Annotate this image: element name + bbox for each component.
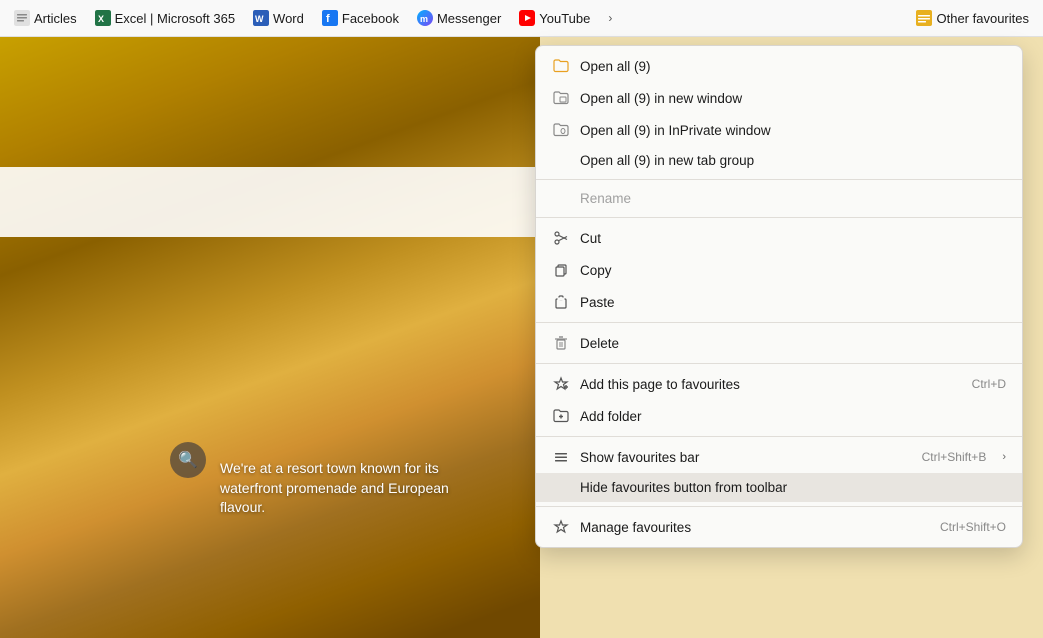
divider-1: [536, 179, 1022, 180]
overlay-text: We're at a resort town known for its wat…: [220, 459, 480, 518]
bars-icon: [552, 448, 570, 466]
ctx-open-all[interactable]: Open all (9): [536, 50, 1022, 82]
ctx-add-folder-label: Add folder: [580, 409, 1006, 424]
ctx-delete[interactable]: Delete: [536, 327, 1022, 359]
bookmark-youtube[interactable]: YouTube: [511, 7, 598, 29]
messenger-icon: m: [417, 10, 433, 26]
other-favourites-label: Other favourites: [937, 11, 1030, 26]
folder-window-icon: [552, 89, 570, 107]
ctx-open-all-inprivate[interactable]: Open all (9) in InPrivate window: [536, 114, 1022, 146]
ctx-show-fav-bar[interactable]: Show favourites bar Ctrl+Shift+B ›: [536, 441, 1022, 473]
star-plus-icon: [552, 375, 570, 393]
ctx-show-fav-bar-arrow: ›: [1002, 451, 1006, 463]
ctx-add-page-label: Add this page to favourites: [580, 377, 962, 392]
bookmark-facebook[interactable]: f Facebook: [314, 7, 407, 29]
ctx-open-all-new-window-label: Open all (9) in new window: [580, 91, 1006, 106]
ctx-manage-favs[interactable]: Manage favourites Ctrl+Shift+O: [536, 511, 1022, 543]
divider-6: [536, 506, 1022, 507]
paste-icon: [552, 293, 570, 311]
bookmark-articles[interactable]: Articles: [6, 7, 85, 29]
bookmark-messenger-label: Messenger: [437, 11, 501, 26]
ctx-paste-label: Paste: [580, 295, 1006, 310]
star-icon: [552, 518, 570, 536]
facebook-icon: f: [322, 10, 338, 26]
ctx-manage-favs-label: Manage favourites: [580, 520, 930, 535]
divider-3: [536, 322, 1022, 323]
divider-2: [536, 217, 1022, 218]
ctx-cut-label: Cut: [580, 231, 1006, 246]
ctx-open-all-new-window[interactable]: Open all (9) in new window: [536, 82, 1022, 114]
bookmark-articles-label: Articles: [34, 11, 77, 26]
ctx-delete-label: Delete: [580, 336, 1006, 351]
folder-icon: [552, 57, 570, 75]
svg-text:f: f: [326, 13, 330, 25]
scissors-icon: [552, 229, 570, 247]
other-favourites-button[interactable]: Other favourites: [908, 7, 1038, 29]
ctx-rename-label: Rename: [580, 191, 1006, 206]
ctx-show-fav-bar-shortcut: Ctrl+Shift+B: [922, 450, 987, 464]
divider-4: [536, 363, 1022, 364]
svg-text:W: W: [255, 14, 264, 24]
excel-icon: X: [95, 10, 111, 26]
word-icon: W: [253, 10, 269, 26]
ctx-hide-fav-button[interactable]: Hide favourites button from toolbar: [536, 473, 1022, 502]
ctx-hide-fav-button-label: Hide favourites button from toolbar: [580, 480, 1006, 495]
svg-text:m: m: [420, 14, 428, 24]
articles-icon: [14, 10, 30, 26]
other-favourites-icon: [916, 10, 932, 26]
ctx-rename[interactable]: Rename: [536, 184, 1022, 213]
ctx-open-all-tab-group-label: Open all (9) in new tab group: [580, 153, 1006, 168]
youtube-icon: [519, 10, 535, 26]
ctx-add-page-shortcut: Ctrl+D: [972, 377, 1006, 391]
bookmark-youtube-label: YouTube: [539, 11, 590, 26]
ctx-paste[interactable]: Paste: [536, 286, 1022, 318]
bookmarks-bar: Articles X Excel | Microsoft 365 W Word …: [0, 0, 1043, 37]
ctx-copy-label: Copy: [580, 263, 1006, 278]
trash-icon: [552, 334, 570, 352]
folder-private-icon: [552, 121, 570, 139]
context-menu: Open all (9) Open all (9) in new window …: [535, 45, 1023, 548]
ctx-cut[interactable]: Cut: [536, 222, 1022, 254]
ctx-copy[interactable]: Copy: [536, 254, 1022, 286]
ctx-add-page[interactable]: Add this page to favourites Ctrl+D: [536, 368, 1022, 400]
ctx-open-all-label: Open all (9): [580, 59, 1006, 74]
bookmark-word[interactable]: W Word: [245, 7, 312, 29]
divider-5: [536, 436, 1022, 437]
ctx-open-all-inprivate-label: Open all (9) in InPrivate window: [580, 123, 1006, 138]
ctx-manage-favs-shortcut: Ctrl+Shift+O: [940, 520, 1006, 534]
bookmark-excel-label: Excel | Microsoft 365: [115, 11, 235, 26]
bookmark-word-label: Word: [273, 11, 304, 26]
background-image: 🔍 We're at a resort town known for its w…: [0, 37, 540, 638]
ctx-add-folder[interactable]: Add folder: [536, 400, 1022, 432]
bookmark-excel[interactable]: X Excel | Microsoft 365: [87, 7, 243, 29]
ctx-show-fav-bar-label: Show favourites bar: [580, 450, 912, 465]
search-circle: 🔍: [170, 442, 206, 478]
bookmarks-overflow-button[interactable]: ›: [600, 8, 620, 28]
folder-plus-icon: [552, 407, 570, 425]
copy-icon: [552, 261, 570, 279]
svg-text:X: X: [98, 14, 104, 24]
bookmark-messenger[interactable]: m Messenger: [409, 7, 509, 29]
bookmark-facebook-label: Facebook: [342, 11, 399, 26]
ctx-open-all-tab-group[interactable]: Open all (9) in new tab group: [536, 146, 1022, 175]
